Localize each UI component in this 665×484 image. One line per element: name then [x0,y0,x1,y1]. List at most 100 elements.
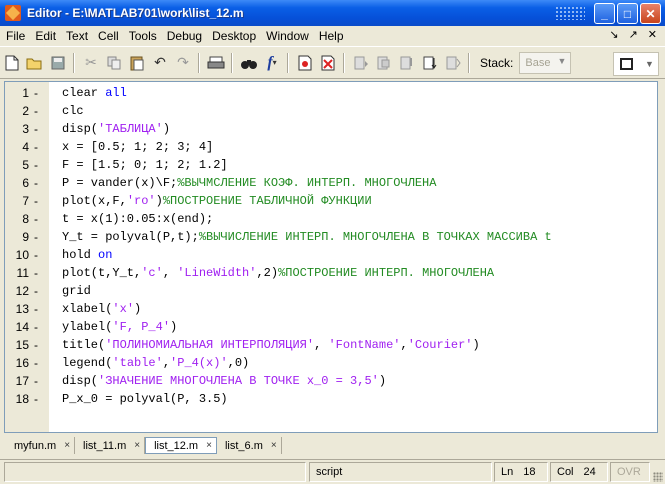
close-tab-icon[interactable]: × [134,440,140,451]
undo-icon[interactable]: ↶ [149,52,171,74]
open-folder-icon[interactable] [24,52,46,74]
toolbar-separator [231,52,233,73]
code-line: 11 - plot(t,Y_t,'c', 'LineWidth',2)%ПОСТ… [5,264,655,282]
menu-edit[interactable]: Edit [31,29,60,43]
code-text: ylabel('F, P_4') [62,320,178,334]
code-text: F = [1.5; 0; 1; 2; 1.2] [62,158,228,172]
code-text: title('ПОЛИНОМИАЛЬНАЯ ИНТЕРПОЛЯЦИЯ', 'Fo… [62,338,480,352]
status-column: Col 24 [550,462,608,482]
step-icon[interactable] [350,52,372,74]
cut-icon[interactable]: ✂ [80,52,102,74]
paste-icon[interactable] [126,52,148,74]
new-file-icon[interactable] [1,52,23,74]
status-column-value: 24 [583,466,596,478]
breakpoint-marker[interactable]: - [34,176,38,190]
save-icon[interactable] [47,52,69,74]
tab-list-12[interactable]: list_12.m × [145,437,217,454]
line-number: 8 [22,212,29,226]
breakpoint-marker[interactable]: - [34,356,38,370]
code-text: plot(x,F,'ro')%ПОСТРОЕНИЕ ТАБЛИЧНОЙ ФУНК… [62,194,372,208]
code-editor[interactable]: 1 - clear all 2 - clc 3 - disp('ТАБЛИЦА'… [4,81,658,433]
code-line: 3 - disp('ТАБЛИЦА') [5,120,655,138]
code-text: legend('table','P_4(x)',0) [62,356,250,370]
step-in-icon[interactable] [373,52,395,74]
copy-icon[interactable] [103,52,125,74]
breakpoint-marker[interactable]: - [34,230,38,244]
code-line: 1 - clear all [5,84,655,102]
menu-tools[interactable]: Tools [125,29,161,43]
exit-debug-icon[interactable] [442,52,464,74]
code-text: P_x_0 = polyval(P, 3.5) [62,392,228,406]
menu-debug[interactable]: Debug [163,29,206,43]
breakpoint-marker[interactable]: - [34,302,38,316]
code-text: t = x(1):0.05:x(end); [62,212,214,226]
line-number: 17 [15,374,29,388]
close-tab-icon[interactable]: × [206,440,212,451]
menu-file[interactable]: File [2,29,29,43]
status-ovr: OVR [610,462,650,482]
title-bar-grip [555,6,585,20]
breakpoint-marker[interactable]: - [34,248,38,262]
window-layout-icon [620,58,633,70]
breakpoint-marker[interactable]: - [34,320,38,334]
breakpoint-marker[interactable]: - [34,158,38,172]
chevron-down-icon: ▼ [557,55,567,66]
breakpoint-marker[interactable]: - [34,338,38,352]
breakpoint-marker[interactable]: - [34,266,38,280]
clear-breakpoints-icon[interactable] [317,52,339,74]
code-line: 7 - plot(x,F,'ro')%ПОСТРОЕНИЕ ТАБЛИЧНОЙ … [5,192,655,210]
stack-select[interactable]: Base ▼ [519,51,572,74]
tab-myfun[interactable]: myfun.m × [6,437,76,454]
line-number: 4 [22,140,29,154]
menu-cell[interactable]: Cell [94,29,123,43]
code-text: clear all [62,86,127,100]
set-breakpoint-icon[interactable] [294,52,316,74]
tab-label: myfun.m [14,439,57,452]
step-out-icon[interactable] [396,52,418,74]
toolbar-separator [73,52,75,73]
tab-label: list_11.m [83,439,127,452]
undock-icon[interactable]: ↘ [609,28,618,41]
code-text: disp('ТАБЛИЦА') [62,122,171,136]
code-line: 9 - Y_t = polyval(P,t);%ВЫЧИСЛЕНИЕ ИНТЕР… [5,228,655,246]
breakpoint-marker[interactable]: - [34,194,38,208]
code-text: P = vander(x)\F;%ВЫЧМСЛЕНИЕ КОЭФ. ИНТЕРП… [62,176,437,190]
find-binoculars-icon[interactable] [238,52,260,74]
code-text: xlabel('x') [62,302,142,316]
status-line: Ln 18 [494,462,548,482]
code-line: 18 - P_x_0 = polyval(P, 3.5) [5,390,655,408]
menu-desktop[interactable]: Desktop [208,29,260,43]
breakpoint-marker[interactable]: - [34,140,38,154]
status-column-label: Col [557,466,574,478]
redo-icon[interactable]: ↷ [172,52,194,74]
breakpoint-marker[interactable]: - [34,374,38,388]
print-icon[interactable] [205,52,227,74]
line-number: 11 [16,266,29,280]
document-layout-button[interactable]: ▼ [613,52,659,76]
line-number: 6 [22,176,29,190]
function-icon[interactable]: f ▾ [261,52,283,74]
tab-list-11[interactable]: list_11.m × [75,437,146,454]
minimize-button[interactable]: _ [594,3,615,24]
close-document-icon[interactable]: ✕ [648,28,657,41]
code-text: x = [0.5; 1; 2; 3; 4] [62,140,214,154]
tab-label: list_12.m [154,439,199,452]
breakpoint-marker[interactable]: - [34,392,38,406]
breakpoint-marker[interactable]: - [34,104,38,118]
breakpoint-marker[interactable]: - [34,284,38,298]
resize-grip-icon[interactable] [653,472,663,482]
close-tab-icon[interactable]: × [64,440,70,451]
line-number: 12 [15,284,29,298]
close-tab-icon[interactable]: × [271,440,277,451]
breakpoint-marker[interactable]: - [34,86,38,100]
continue-icon[interactable] [419,52,441,74]
menu-help[interactable]: Help [315,29,348,43]
close-button[interactable]: ✕ [640,3,661,24]
breakpoint-marker[interactable]: - [34,122,38,136]
breakpoint-marker[interactable]: - [34,212,38,226]
tab-list-6[interactable]: list_6.m × [217,437,282,454]
menu-text[interactable]: Text [62,29,92,43]
menu-window[interactable]: Window [262,29,313,43]
pin-icon[interactable]: ↗ [629,28,638,41]
maximize-button[interactable]: □ [617,3,638,24]
